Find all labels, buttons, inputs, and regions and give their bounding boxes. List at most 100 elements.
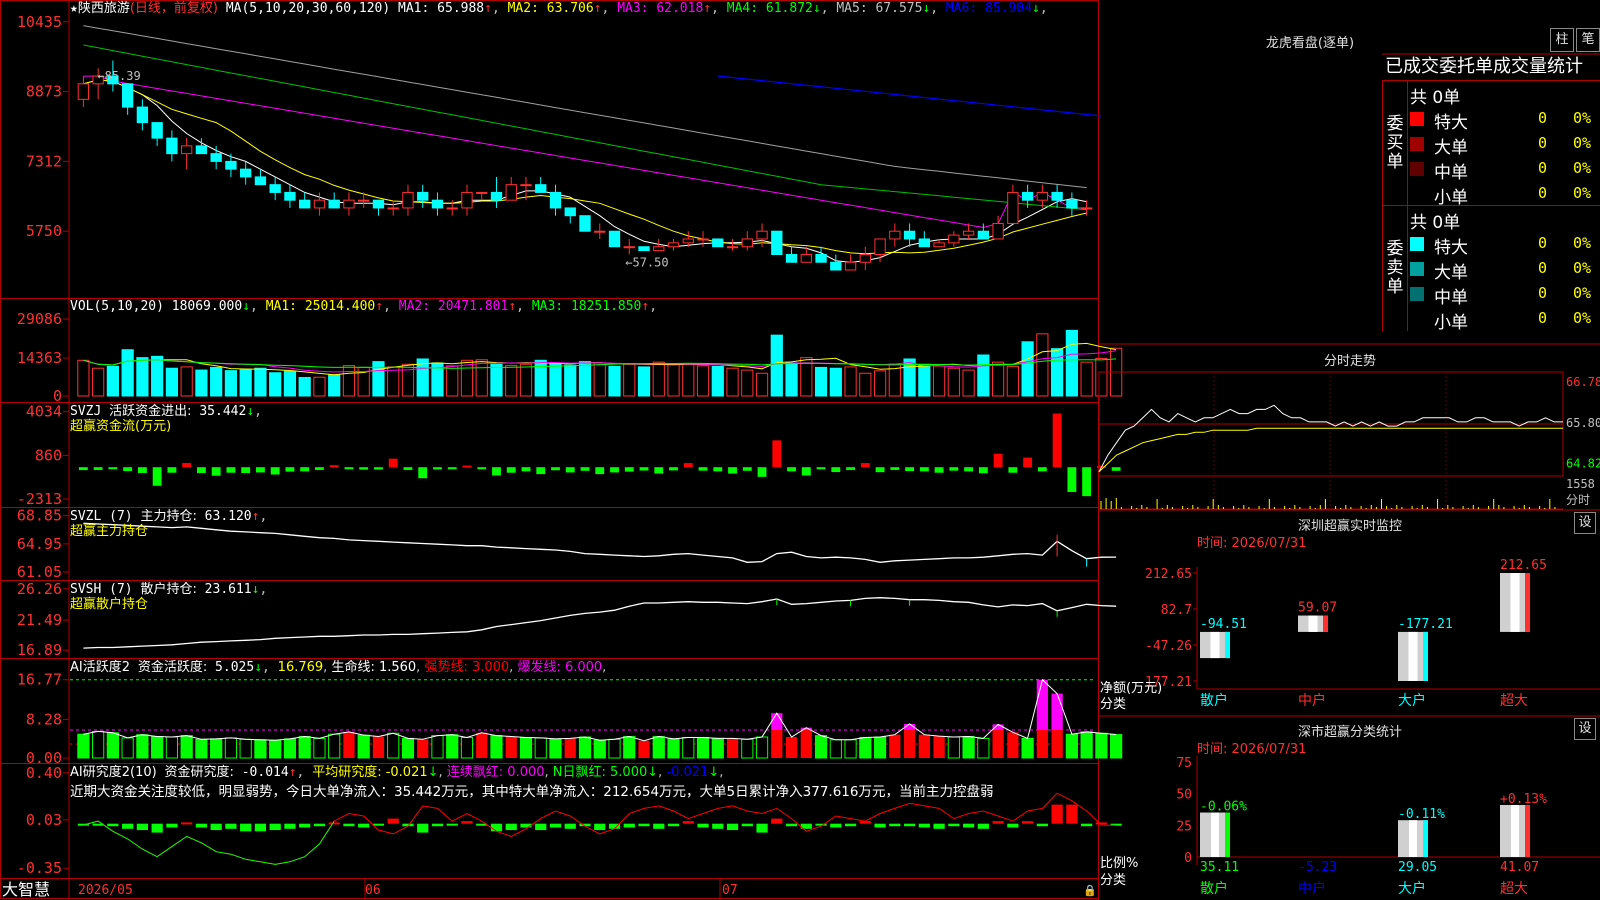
- classify-bar-edge: [1225, 812, 1230, 857]
- activity-bar: [121, 737, 134, 759]
- activity-burst-bar: [771, 713, 783, 730]
- candle-body: [461, 191, 473, 209]
- research-bar: [225, 823, 237, 829]
- activity-bar: [298, 736, 311, 759]
- x-tick-may: 2026/05: [78, 883, 133, 898]
- candle-body: [402, 191, 414, 209]
- flow-bar: [182, 462, 192, 468]
- volume-bar: [932, 365, 946, 397]
- activity-bar: [638, 740, 650, 758]
- flow-bar: [403, 467, 413, 470]
- ai-research-extra: 平均研究度: -0.021↓, 连续飘红: 0.000, N日飘红: 5.000…: [312, 765, 724, 780]
- svzl-header: SVZL (7) 主力持仓: 63.120↑, 超赢主力持仓: [70, 509, 268, 539]
- lock-icon[interactable]: 🔒: [1083, 883, 1097, 898]
- activity-bar: [800, 730, 812, 758]
- candle-body: [269, 184, 281, 193]
- volume-bar: [151, 355, 164, 397]
- flow-bar: [565, 467, 575, 473]
- research-bar: [328, 822, 340, 825]
- high-annotation: ←85.39: [97, 69, 140, 83]
- research-bar: [830, 823, 842, 828]
- svzl-sub: 超赢主力持仓: [70, 524, 149, 539]
- sell-box-row: 大单 0 0%: [1410, 258, 1600, 283]
- color-swatch-icon: [1410, 162, 1424, 176]
- monitor-bar-highlight: [1210, 631, 1220, 659]
- intraday-avg-line: [1098, 427, 1563, 473]
- volume-bar: [711, 365, 724, 397]
- flow-bar: [1023, 457, 1033, 468]
- volume-bar: [328, 374, 341, 397]
- bar-view-button[interactable]: 柱: [1550, 28, 1574, 52]
- tick-view-button[interactable]: 笔: [1576, 28, 1600, 52]
- candle-body: [1066, 199, 1078, 209]
- order-percent: 0%: [1573, 234, 1592, 252]
- candle-body: [874, 238, 886, 255]
- color-swatch-icon: [1410, 287, 1424, 301]
- header-arrow-1: ↑: [508, 299, 517, 314]
- header-arrow-2: ↑: [641, 299, 650, 314]
- svzl-arrow: ↑: [251, 509, 260, 524]
- research-bar: [564, 823, 576, 829]
- intraday-title[interactable]: 分时走势: [1100, 350, 1600, 369]
- flow-bar: [315, 467, 324, 470]
- activity-bar: [136, 734, 149, 759]
- candle-body: [918, 238, 930, 248]
- ai-research-name: 资金研究度:: [164, 765, 234, 780]
- candle-body: [284, 191, 296, 201]
- volume-bar: [991, 361, 1005, 397]
- classify-top-label: +0.13%: [1500, 792, 1547, 807]
- header-value-3: MA4: 61.872: [726, 1, 813, 16]
- flow-bar: [344, 467, 354, 470]
- volume-bar: [475, 359, 488, 397]
- candle-body: [151, 122, 163, 139]
- buy-box-row: 大单 0 0%: [1410, 133, 1600, 158]
- order-size-label: 特大: [1434, 238, 1468, 258]
- sell-box-side-label: 委 卖 单: [1386, 239, 1404, 297]
- activity-bar: [195, 738, 208, 759]
- research-bar: [254, 823, 267, 832]
- activity-bar: [829, 739, 842, 759]
- classify-bar-group: [1398, 820, 1428, 857]
- volume-bar: [1080, 361, 1093, 397]
- activity-bar: [431, 735, 444, 759]
- volume-bar: [313, 376, 326, 397]
- order-stats-title[interactable]: 已成交委托单成交量统计: [1385, 56, 1583, 78]
- activity-bar: [106, 732, 119, 759]
- flow-bar: [300, 467, 310, 472]
- monitor-xlabel: 分类: [1100, 697, 1127, 712]
- sell-box-row: 特大 0 0%: [1410, 233, 1600, 258]
- flow-bar: [757, 467, 767, 477]
- research-bar: [181, 822, 193, 825]
- order-count: 0: [1538, 309, 1548, 327]
- svzj-label: SVZJ: [70, 404, 102, 419]
- research-bar: [387, 818, 399, 824]
- activity-bar: [859, 736, 872, 759]
- svsh-value: 23.611: [204, 582, 252, 597]
- candle-body: [948, 234, 960, 244]
- candle-body: [844, 261, 857, 271]
- period-label[interactable]: (日线，前复权): [130, 1, 218, 16]
- flow-bar: [462, 465, 472, 468]
- candle-body: [638, 246, 650, 252]
- sell-orders-box: 委 卖 单共 0单 特大 0 0% 大单 0 0% 中单 0 0% 小单 0 0%: [1382, 205, 1600, 333]
- order-percent: 0%: [1573, 134, 1592, 152]
- candle-body: [741, 238, 753, 248]
- activity-bar: [755, 736, 769, 759]
- candle-body: [299, 199, 311, 209]
- classify-settings-button[interactable]: 设: [1574, 718, 1596, 740]
- research-bar: [653, 823, 665, 829]
- classify-bar-highlight: [1211, 812, 1219, 857]
- research-bar: [594, 823, 606, 831]
- candle-body: [431, 199, 444, 209]
- header-value-2: 强势线: 3.000: [424, 660, 510, 675]
- volume-bar: [608, 365, 621, 397]
- activity-bar: [1036, 730, 1048, 758]
- activity-bar: [962, 736, 975, 759]
- lhb-title: 龙虎看盘(逐单): [1265, 36, 1355, 51]
- svsh-arrow: ↓: [251, 582, 260, 597]
- classify-title: 深市超赢分类统计: [1297, 725, 1402, 740]
- monitor-settings-button[interactable]: 设: [1574, 512, 1596, 534]
- monitor-value-label: -177.21: [1398, 617, 1453, 632]
- stock-name[interactable]: 陕西旅游: [78, 1, 130, 16]
- flow-bar: [551, 467, 560, 471]
